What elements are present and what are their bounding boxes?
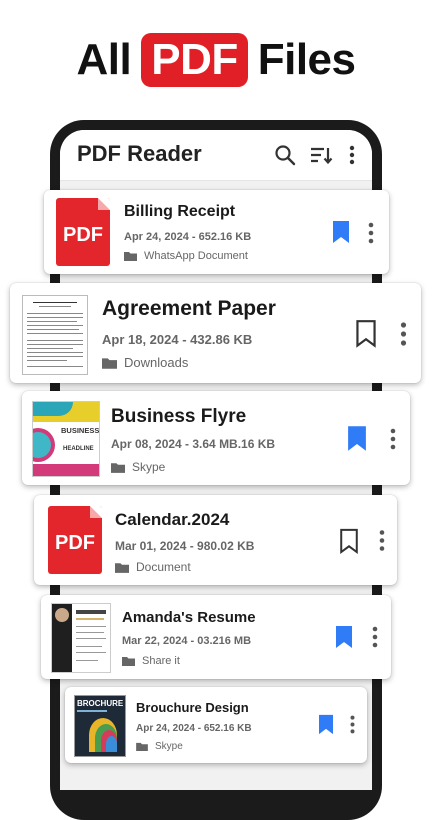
brochure-preview-thumbnail: BROCHURE [74,695,126,757]
pdf-file-icon: PDF [48,506,102,574]
more-vert-icon[interactable] [349,715,356,734]
folder-icon [124,252,137,261]
folder-icon [111,462,125,473]
file-name: Business Flyre [111,406,247,427]
file-meta: Apr 24, 2024 - 652.16 KB [124,231,252,243]
folder-name: WhatsApp Document [144,250,248,262]
file-name: Calendar.2024 [115,510,230,529]
bookmark-filled-icon[interactable] [318,714,334,735]
flyer-title: BUSINESS [61,426,100,435]
resume-preview-thumbnail [51,603,111,673]
file-card[interactable]: PDF Calendar.2024 Mar 01, 2024 - 980.02 … [34,495,397,585]
app-title: PDF Reader [77,141,202,166]
bookmark-outline-icon[interactable] [339,528,359,555]
folder-name: Skype [132,460,166,474]
brochure-title: BROCHURE [77,699,124,708]
file-card[interactable]: BROCHURE Brouchure Design Apr 24, 2024 -… [65,687,367,763]
app-bar: PDF Reader [60,130,372,181]
document-preview-thumbnail [22,295,88,375]
bookmark-outline-icon[interactable] [355,319,377,349]
bookmark-filled-icon[interactable] [332,220,350,244]
folder-icon [136,742,148,751]
file-meta: Apr 24, 2024 - 652.16 KB [136,723,252,734]
folder-name: Skype [155,741,183,752]
flyer-preview-thumbnail: BUSINESS HEADLINE [32,401,100,477]
more-vert-icon[interactable] [389,427,397,451]
headline-pdf-badge: PDF [141,33,248,87]
file-meta: Mar 22, 2024 - 03.216 MB [122,635,252,647]
file-card[interactable]: Amanda's Resume Mar 22, 2024 - 03.216 MB… [41,595,391,679]
file-card[interactable]: BUSINESS HEADLINE Business Flyre Apr 08,… [22,391,410,485]
flyer-subtitle: HEADLINE [63,446,94,452]
file-name: Brouchure Design [136,700,249,715]
folder-name: Share it [142,655,180,667]
more-vert-icon[interactable] [367,222,375,244]
more-vert-icon[interactable] [340,143,364,167]
pdf-file-icon: PDF [56,198,110,266]
folder-icon [115,562,129,573]
headline-suffix: Files [257,35,356,84]
bookmark-filled-icon[interactable] [347,425,367,452]
folder-name: Document [136,560,191,574]
folder-row: Document [115,560,191,574]
bookmark-filled-icon[interactable] [335,625,353,649]
folder-row: WhatsApp Document [124,250,248,262]
search-icon[interactable] [273,143,297,167]
folder-row: Skype [111,460,165,474]
file-meta: Apr 08, 2024 - 3.64 MB.16 KB [111,437,276,451]
file-name: Agreement Paper [102,297,276,320]
folder-row: Downloads [102,355,188,370]
folder-icon [102,357,117,369]
more-vert-icon[interactable] [378,529,386,552]
folder-icon [122,657,135,666]
file-card[interactable]: Agreement Paper Apr 18, 2024 - 432.86 KB… [10,283,421,383]
folder-row: Share it [122,655,180,667]
sort-icon[interactable] [309,143,333,167]
headline-prefix: All [76,35,132,84]
file-name: Billing Receipt [124,203,236,220]
folder-row: Skype [136,741,183,752]
promo-headline: All PDF Files [0,28,432,92]
more-vert-icon[interactable] [399,321,408,347]
file-name: Amanda's Resume [122,609,256,626]
file-meta: Mar 01, 2024 - 980.02 KB [115,539,255,553]
file-meta: Apr 18, 2024 - 432.86 KB [102,332,253,347]
file-card[interactable]: PDF Billing Receipt Apr 24, 2024 - 652.1… [44,190,389,274]
folder-name: Downloads [124,355,189,370]
more-vert-icon[interactable] [371,626,379,648]
